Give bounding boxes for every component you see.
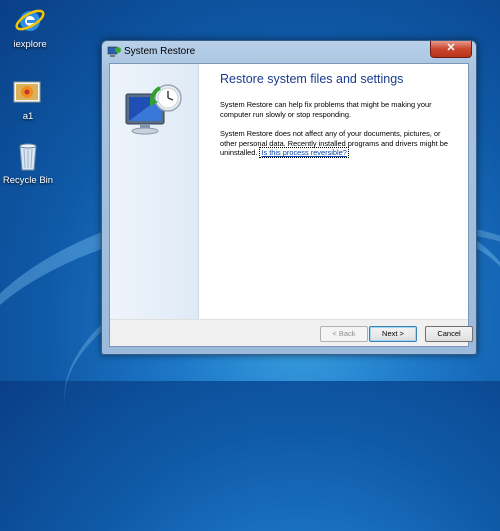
close-button[interactable]: ✕ [430,41,472,58]
back-button[interactable]: < Back [320,326,368,342]
page-heading: Restore system files and settings [220,72,404,86]
desktop-icon-a1[interactable]: a1 [0,76,56,122]
desktop-icon-label: iexplore [13,39,47,50]
side-panel [110,64,199,320]
recycle-bin-icon [12,140,44,172]
reversible-help-link[interactable]: Is this process reversible? [259,147,349,159]
image-file-icon [12,76,44,108]
button-bar: < Back Next > Cancel [110,319,473,346]
description-paragraph-1: System Restore can help fix problems tha… [220,100,432,119]
content-area: Restore system files and settings System… [220,72,455,168]
internet-explorer-icon [14,4,46,36]
desktop-icon-iexplore[interactable]: iexplore [2,4,58,50]
system-restore-icon [107,45,121,57]
description-paragraph-2: System Restore does not affect any of yo… [220,129,455,159]
titlebar[interactable]: System Restore ✕ [102,41,476,63]
window-title: System Restore [124,46,196,57]
window-client: Restore system files and settings System… [109,63,473,347]
desktop-icon-label: a1 [22,111,34,122]
system-restore-window: System Restore ✕ Restore system files an… [101,40,477,355]
cancel-button[interactable]: Cancel [425,326,473,342]
computer-restore-icon [125,84,182,135]
next-button[interactable]: Next > [369,326,417,342]
desktop-icon-label: Recycle Bin [2,175,54,186]
desktop-icon-recycle-bin[interactable]: Recycle Bin [0,140,56,186]
